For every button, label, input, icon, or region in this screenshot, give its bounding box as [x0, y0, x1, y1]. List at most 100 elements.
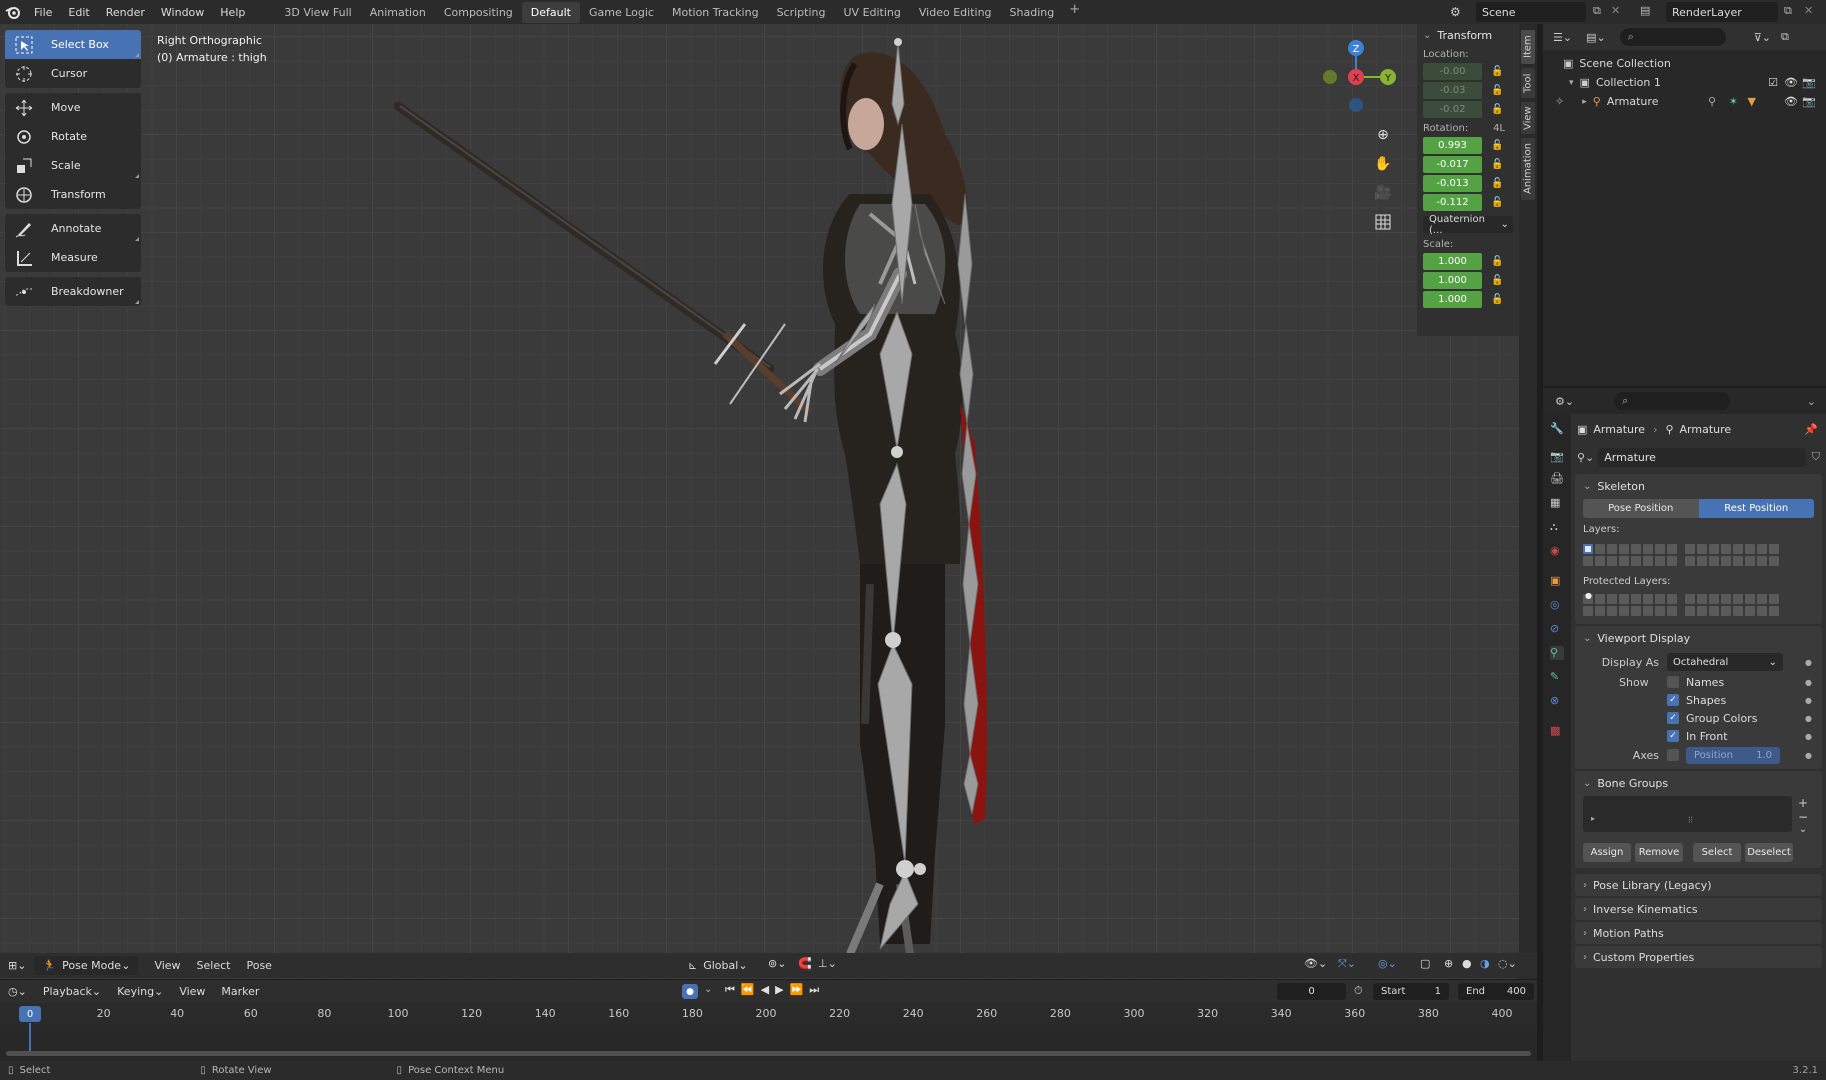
scene-field[interactable]: Scene — [1476, 2, 1586, 22]
object-tab-icon[interactable]: ▣ — [1550, 574, 1564, 588]
names-option[interactable]: Names ● — [1635, 673, 1822, 691]
rotation-4l-toggle[interactable]: 4L — [1493, 123, 1505, 134]
ortho-grid-icon[interactable] — [1370, 209, 1396, 235]
lock-icon[interactable]: 🔓 — [1491, 66, 1503, 78]
tab-game-logic[interactable]: Game Logic — [580, 2, 663, 23]
datablock-name-field[interactable]: Armature — [1598, 447, 1806, 467]
remove-icon[interactable]: − — [1798, 810, 1808, 824]
axes-checkbox[interactable] — [1667, 749, 1679, 761]
camera-render-icon[interactable]: 📷 — [1802, 95, 1816, 108]
keyframe-dot-icon[interactable]: ● — [1805, 751, 1812, 760]
playhead-frame-indicator[interactable]: 0 — [19, 1006, 41, 1022]
shapes-option[interactable]: ✓ Shapes ● — [1635, 691, 1822, 709]
filter-icon[interactable]: ⊽⌄ — [1754, 31, 1771, 44]
menu-help[interactable]: Help — [212, 6, 253, 19]
tab-motion-tracking[interactable]: Motion Tracking — [663, 2, 768, 23]
location-z-field[interactable]: -0.02 — [1423, 101, 1482, 118]
scale-y-field[interactable]: 1.000 — [1423, 272, 1482, 289]
eye-icon[interactable]: 👁 — [1784, 76, 1798, 89]
rest-position-button[interactable]: Rest Position — [1698, 499, 1814, 518]
bone-tab-icon[interactable]: ✎ — [1550, 670, 1564, 684]
lock-icon[interactable]: 🔓 — [1491, 294, 1503, 306]
lock-icon[interactable]: 🔓 — [1491, 104, 1503, 116]
camera-view-icon[interactable]: 🎥 — [1370, 180, 1396, 206]
tab-animation-side[interactable]: Animation — [1521, 138, 1535, 200]
armature-data-icon[interactable]: ⚲⌄ — [1577, 451, 1594, 464]
tool-breakdowner[interactable]: Breakdowner — [5, 277, 141, 306]
resize-grip-icon[interactable]: ⠿ — [1688, 816, 1694, 825]
modifier-icon[interactable]: ▼ — [1748, 95, 1756, 108]
viewport-display-header[interactable]: ⌄ Viewport Display — [1575, 626, 1822, 651]
tool-tab-icon[interactable]: 🔧 — [1550, 422, 1564, 436]
lock-icon[interactable]: 🔓 — [1491, 178, 1503, 190]
next-keyframe-icon[interactable]: ⏩ — [790, 983, 804, 997]
tool-move[interactable]: Move — [5, 93, 141, 122]
group-colors-checkbox[interactable]: ✓ — [1667, 712, 1679, 724]
scale-x-field[interactable]: 1.000 — [1423, 253, 1482, 270]
world-tab-icon[interactable]: ◉ — [1550, 544, 1564, 558]
scene-tab-icon[interactable]: ⛬ — [1550, 520, 1564, 534]
fake-user-shield-icon[interactable]: ⛉ — [1812, 450, 1820, 464]
tool-measure[interactable]: Measure — [5, 243, 141, 272]
scene-selector-icon[interactable]: ⚙ — [1450, 5, 1461, 19]
bone-groups-header[interactable]: ⌄ Bone Groups — [1575, 771, 1822, 796]
close-view-layer-icon[interactable]: ✕ — [1804, 4, 1813, 17]
tool-scale[interactable]: Scale — [5, 151, 141, 180]
pin-icon[interactable]: 📌 — [1804, 423, 1818, 436]
scale-z-field[interactable]: 1.000 — [1423, 291, 1482, 308]
lock-icon[interactable]: 🔓 — [1491, 159, 1503, 171]
location-y-field[interactable]: -0.03 — [1423, 82, 1482, 99]
names-checkbox[interactable] — [1667, 676, 1679, 688]
location-x-field[interactable]: -0.00 — [1423, 63, 1482, 80]
chevron-down-icon[interactable]: ⌄ — [1799, 824, 1807, 835]
skeleton-header[interactable]: ⌄ Skeleton — [1575, 474, 1822, 499]
tab-default[interactable]: Default — [521, 1, 580, 23]
add-icon[interactable]: + — [1798, 796, 1808, 810]
tool-transform[interactable]: Transform — [5, 180, 141, 209]
menu-keying[interactable]: Keying ⌄ — [109, 985, 171, 998]
remove-button[interactable]: Remove — [1635, 843, 1683, 862]
transform-panel-header[interactable]: ⌄ Transform — [1417, 24, 1519, 46]
pan-hand-icon[interactable]: ✋ — [1370, 151, 1396, 177]
outliner-row-scene-collection[interactable]: ▣ Scene Collection — [1543, 54, 1826, 73]
add-workspace-button[interactable]: + — [1063, 2, 1086, 23]
rotation-w-field[interactable]: 0.993 — [1423, 137, 1482, 154]
overlays-icon[interactable]: ◎⌄ — [1370, 957, 1405, 970]
outliner-row-armature[interactable]: ✧ ▸ ⚲ Armature ⚲ ✶ ▼ 👁 📷 — [1543, 92, 1826, 111]
layers-grid[interactable] — [1575, 540, 1822, 570]
menu-render[interactable]: Render — [98, 6, 153, 19]
display-mode-icon[interactable]: ▤⌄ — [1586, 31, 1606, 44]
new-collection-icon[interactable]: ⧉ — [1781, 30, 1789, 44]
play-icon[interactable]: ▶ — [775, 983, 783, 997]
menu-window[interactable]: Window — [153, 6, 212, 19]
play-reverse-icon[interactable]: ◀ — [761, 983, 769, 997]
start-frame-field[interactable]: Start 1 — [1373, 983, 1449, 1000]
chevron-down-icon[interactable]: ⌄ — [704, 984, 712, 995]
keyframe-dot-icon[interactable]: ● — [1805, 714, 1812, 723]
new-scene-icon[interactable]: ⧉ — [1593, 4, 1601, 18]
protected-layers-grid[interactable]: ● — [1575, 591, 1822, 624]
output-tab-icon[interactable]: 🖨 — [1550, 472, 1564, 486]
lock-icon[interactable]: 🔓 — [1491, 275, 1503, 287]
timeline-editor-type-icon[interactable]: ◷⌄ — [0, 985, 35, 998]
shading-rendered-icon[interactable]: ◌⌄ — [1490, 957, 1525, 970]
keyframe-dot-icon[interactable]: ● — [1805, 658, 1812, 667]
prev-keyframe-icon[interactable]: ⏪ — [741, 983, 755, 997]
new-view-layer-icon[interactable]: ⧉ — [1784, 4, 1792, 18]
timeline-scrollbar[interactable] — [6, 1051, 1531, 1056]
options-chevron-icon[interactable]: ⌄ — [1807, 395, 1816, 408]
playhead-line[interactable] — [29, 1023, 31, 1051]
custom-properties-section[interactable]: › Custom Properties — [1575, 946, 1822, 968]
navigation-gizmo[interactable]: Z Y X — [1311, 30, 1401, 120]
menu-pose[interactable]: Pose — [238, 959, 279, 972]
jump-end-icon[interactable]: ⏭ — [809, 983, 819, 997]
render-tab-icon[interactable]: 📷 — [1550, 450, 1564, 464]
checkbox-checked-icon[interactable]: ☑ — [1768, 76, 1778, 89]
jump-start-icon[interactable]: ⏮ — [725, 983, 735, 997]
rotation-x-field[interactable]: -0.017 — [1423, 156, 1482, 173]
tab-scripting[interactable]: Scripting — [768, 2, 835, 23]
tab-view[interactable]: View — [1521, 102, 1535, 134]
eye-icon[interactable]: 👁 — [1784, 95, 1798, 108]
chevron-down-icon[interactable]: ▾ — [1569, 78, 1574, 88]
editor-type-icon[interactable]: ⊞⌄ — [0, 959, 34, 972]
